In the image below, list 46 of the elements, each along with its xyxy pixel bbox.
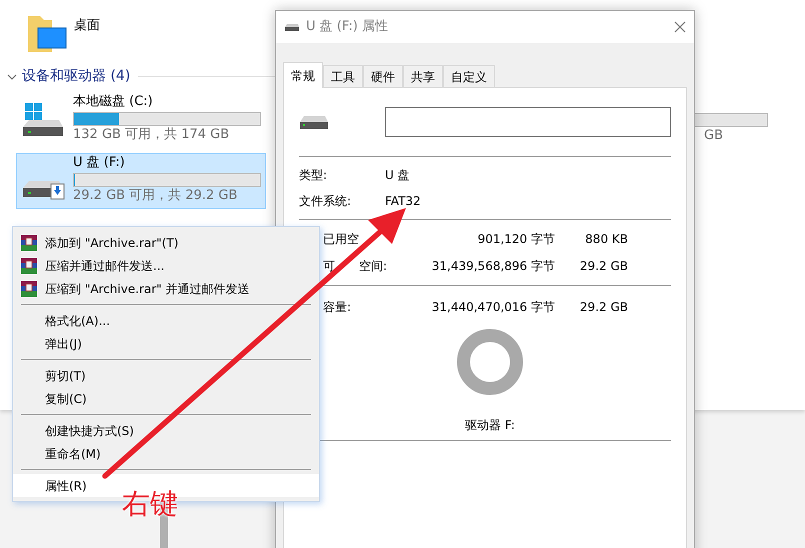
window-title: U 盘 (F:) 属性: [306, 18, 389, 36]
tab[interactable]: 硬件: [363, 65, 403, 87]
drive-icon: [299, 114, 329, 130]
folder-label[interactable]: 桌面: [74, 16, 100, 36]
info-value: U 盘: [385, 167, 410, 184]
close-icon[interactable]: [674, 21, 686, 33]
drive-name: U 盘 (F:): [73, 155, 126, 171]
tab[interactable]: 常规: [283, 62, 323, 88]
menu-item[interactable]: 弹出(J): [13, 332, 319, 355]
section-title[interactable]: 设备和驱动器 (4): [22, 66, 130, 87]
drive-capacity: GB: [703, 127, 724, 145]
menu-item[interactable]: 压缩到 "Archive.rar" 并通过邮件发送: [13, 277, 319, 300]
tab[interactable]: 自定义: [443, 65, 495, 87]
drive-icon: [21, 103, 65, 139]
menu-item[interactable]: 重命名(M): [13, 442, 319, 465]
volume-name-field[interactable]: [385, 107, 671, 137]
space-size: 880 KB: [584, 231, 628, 248]
menu-item[interactable]: 创建快捷方式(S): [13, 419, 319, 442]
space-size: 29.2 GB: [578, 258, 628, 275]
space-label: 空间:: [359, 258, 388, 275]
space-bytes: 31,439,568,896 字节: [430, 258, 555, 275]
drive-name: 本地磁盘 (C:): [73, 94, 154, 110]
tab[interactable]: 工具: [323, 65, 363, 87]
usage-ring: [456, 328, 524, 396]
info-value: FAT32: [385, 193, 421, 210]
drive-icon: [284, 22, 300, 32]
space-label: 可: [323, 258, 335, 275]
space-bytes: 31,440,470,016 字节: [430, 299, 555, 316]
space-label: 已用空: [323, 231, 359, 248]
menu-item[interactable]: 复制(C): [13, 387, 319, 410]
drive-item[interactable]: 本地磁盘 (C:) 132 GB 可用，共 174 GB: [16, 92, 266, 148]
menu-item[interactable]: 压缩并通过邮件发送...: [13, 254, 319, 277]
menu-item[interactable]: 剪切(T): [13, 364, 319, 387]
drive-letter-label: 驱动器 F:: [465, 417, 515, 434]
info-label: 类型:: [299, 167, 328, 184]
drive-item[interactable]: U 盘 (F:) 29.2 GB 可用，共 29.2 GB: [16, 153, 266, 209]
drive-capacity: 132 GB 可用，共 174 GB: [73, 126, 230, 144]
menu-item[interactable]: 格式化(A)...: [13, 309, 319, 332]
space-bytes: 901,120 字节: [476, 231, 555, 248]
tab[interactable]: 共享: [403, 65, 443, 87]
info-label: 文件系统:: [299, 193, 352, 210]
drive-icon: [21, 180, 65, 200]
space-label: 容量:: [323, 299, 352, 316]
space-size: 29.2 GB: [578, 299, 628, 316]
drive-capacity: 29.2 GB 可用，共 29.2 GB: [73, 187, 238, 205]
menu-item[interactable]: 添加到 "Archive.rar"(T): [13, 231, 319, 254]
